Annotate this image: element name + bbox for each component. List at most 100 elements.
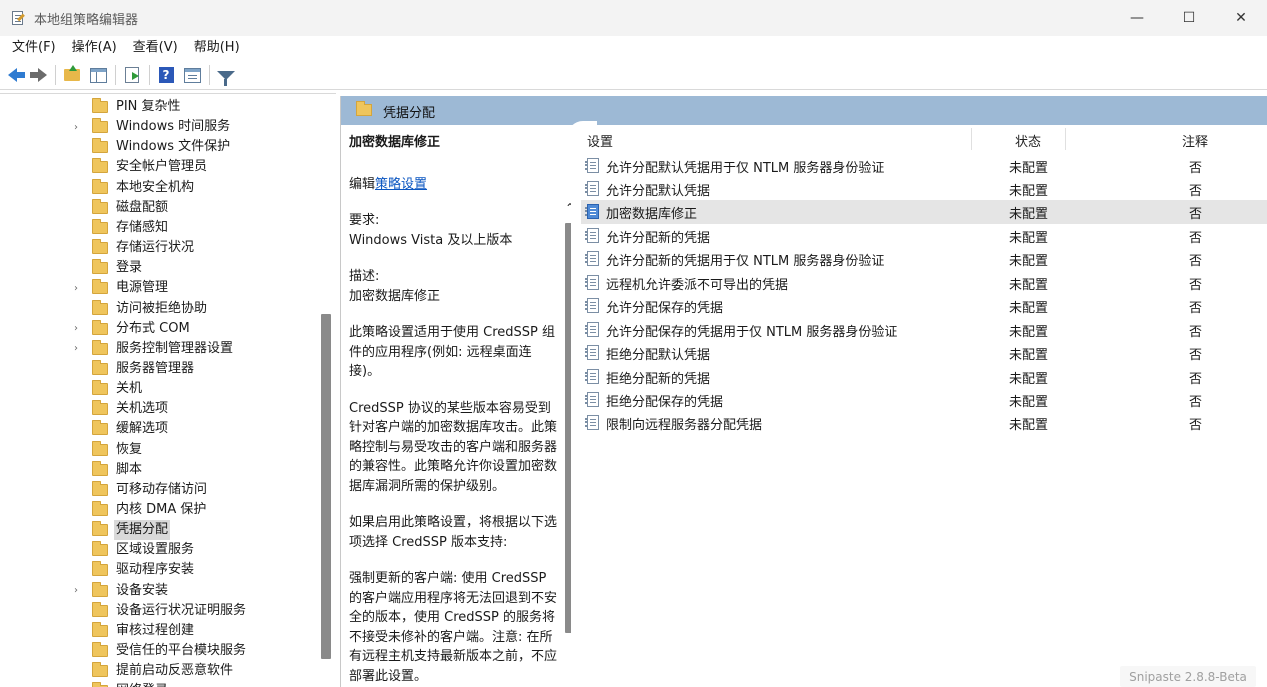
tree-item[interactable]: 提前启动反恶意软件: [0, 661, 316, 681]
setting-row[interactable]: 允许分配默认凭据 未配置 否: [581, 177, 1267, 200]
setting-name: 允许分配默认凭据用于仅 NTLM 服务器身份验证: [606, 160, 885, 176]
column-divider[interactable]: [1065, 128, 1066, 150]
tree-item[interactable]: 服务器管理器: [0, 359, 316, 379]
chevron-right-icon[interactable]: ›: [74, 323, 84, 334]
forward-button[interactable]: [27, 64, 49, 86]
edit-policy-link[interactable]: 策略设置: [375, 177, 427, 192]
setting-comment: 否: [1189, 395, 1203, 410]
tree-item[interactable]: 访问被拒绝协助: [0, 299, 316, 319]
setting-row[interactable]: 拒绝分配新的凭据 未配置 否: [581, 365, 1267, 388]
tree-item[interactable]: 缓解选项: [0, 419, 316, 439]
setting-comment: 否: [1189, 160, 1203, 176]
setting-row[interactable]: 加密数据库修正 未配置 否: [581, 200, 1267, 224]
filter-button[interactable]: [215, 64, 237, 86]
description-paragraph: 此策略设置适用于使用 CredSSP 组件的应用程序(例如: 远程桌面连接)。: [349, 325, 555, 379]
right-pane: 凭据分配 加密数据库修正 编辑策略设置 要求: Windows Vista 及以…: [340, 96, 1267, 687]
setting-state: 未配置: [1009, 160, 1049, 176]
chevron-right-icon[interactable]: ›: [74, 122, 84, 133]
tree-item-label: 关机选项: [116, 401, 169, 417]
category-header: 凭据分配: [341, 96, 1267, 125]
tree-item[interactable]: 网络登录: [0, 681, 316, 687]
tree-item[interactable]: PIN 复杂性: [0, 97, 316, 117]
tree-item[interactable]: 恢复: [0, 440, 316, 460]
folder-icon: [92, 541, 108, 557]
tree-item[interactable]: 存储感知: [0, 218, 316, 238]
chevron-right-icon[interactable]: ›: [74, 283, 84, 294]
folder-icon: [92, 299, 108, 315]
tree-item[interactable]: 审核过程创建: [0, 621, 316, 641]
minimize-button[interactable]: —: [1111, 0, 1163, 36]
tree-item[interactable]: 脚本: [0, 460, 316, 480]
menu-file[interactable]: 文件(F): [4, 36, 64, 60]
tree-item[interactable]: 凭据分配: [0, 520, 316, 541]
chevron-right-icon[interactable]: ›: [74, 585, 84, 596]
description-panel: 加密数据库修正 编辑策略设置 要求: Windows Vista 及以上版本 描…: [341, 125, 571, 687]
menu-view[interactable]: 查看(V): [125, 36, 186, 60]
setting-row[interactable]: 允许分配默认凭据用于仅 NTLM 服务器身份验证 未配置 否: [581, 154, 1267, 177]
help-button[interactable]: ?: [155, 64, 177, 86]
tree-item[interactable]: › 电源管理: [0, 278, 316, 298]
setting-row[interactable]: 允许分配新的凭据用于仅 NTLM 服务器身份验证 未配置 否: [581, 247, 1267, 270]
tree-item-label: 分布式 COM: [116, 320, 190, 336]
toolbar-separator: [115, 65, 116, 85]
tree-item[interactable]: 关机: [0, 379, 316, 399]
description-scroll-thumb[interactable]: [565, 223, 571, 633]
setting-row[interactable]: 拒绝分配保存的凭据 未配置 否: [581, 388, 1267, 411]
up-folder-icon: [64, 65, 80, 81]
setting-row[interactable]: 限制向远程服务器分配凭据 未配置 否: [581, 411, 1267, 434]
tree-item[interactable]: 登录: [0, 258, 316, 278]
setting-row[interactable]: 允许分配保存的凭据 未配置 否: [581, 294, 1267, 317]
setting-row[interactable]: 允许分配新的凭据 未配置 否: [581, 224, 1267, 247]
scroll-up-icon[interactable]: ⌃: [565, 201, 571, 215]
tree-item[interactable]: › 服务控制管理器设置: [0, 339, 316, 359]
policy-setting-icon: [585, 368, 599, 384]
setting-row[interactable]: 允许分配保存的凭据用于仅 NTLM 服务器身份验证 未配置 否: [581, 318, 1267, 341]
show-hide-tree-button[interactable]: [87, 64, 109, 86]
tree-item[interactable]: 受信任的平台模块服务: [0, 641, 316, 661]
column-header-setting[interactable]: 设置: [587, 131, 613, 150]
tree-item[interactable]: 本地安全机构: [0, 178, 316, 198]
menu-help[interactable]: 帮助(H): [186, 36, 248, 60]
toolbar-separator: [209, 65, 210, 85]
tree-item[interactable]: › 分布式 COM: [0, 319, 316, 339]
tree-item-label: 服务控制管理器设置: [116, 340, 234, 356]
tree-item[interactable]: 可移动存储访问: [0, 480, 316, 500]
setting-name: 加密数据库修正: [606, 207, 698, 223]
show-hide-tree-icon: [89, 67, 107, 83]
properties-button[interactable]: [181, 64, 203, 86]
back-button[interactable]: [5, 64, 27, 86]
tree-item[interactable]: › Windows 时间服务: [0, 117, 316, 137]
export-list-icon: [125, 67, 139, 83]
folder-icon: [92, 239, 108, 255]
tree-item[interactable]: 设备运行状况证明服务: [0, 601, 316, 621]
tree-item[interactable]: 安全帐户管理员: [0, 157, 316, 177]
tree-item-label: 驱动程序安装: [116, 562, 195, 578]
tree-item[interactable]: › 设备安装: [0, 581, 316, 601]
export-list-button[interactable]: [121, 64, 143, 86]
chevron-right-icon[interactable]: ›: [74, 343, 84, 354]
policy-setting-icon: [585, 180, 599, 196]
setting-row[interactable]: 远程机允许委派不可导出的凭据 未配置 否: [581, 271, 1267, 294]
tree-item[interactable]: 存储运行状况: [0, 238, 316, 258]
tree-item[interactable]: 内核 DMA 保护: [0, 500, 316, 520]
tree-item[interactable]: Windows 文件保护: [0, 137, 316, 157]
tree-pane[interactable]: PIN 复杂性 › Windows 时间服务 Windows 文件保护 安全帐户管理员本…: [0, 93, 336, 687]
tree-item[interactable]: 磁盘配额: [0, 198, 316, 218]
setting-state: 未配置: [1009, 418, 1049, 434]
column-header-comment[interactable]: 注释: [1182, 131, 1208, 150]
menu-action[interactable]: 操作(A): [64, 36, 125, 60]
column-divider[interactable]: [971, 128, 972, 150]
tree-item[interactable]: 驱动程序安装: [0, 560, 316, 580]
tree-item[interactable]: 区域设置服务: [0, 540, 316, 560]
setting-row[interactable]: 拒绝分配默认凭据 未配置 否: [581, 341, 1267, 364]
tree-scroll-thumb[interactable]: [321, 314, 331, 659]
folder-icon: [92, 359, 108, 375]
close-button[interactable]: ✕: [1215, 0, 1267, 36]
setting-comment: 否: [1189, 230, 1203, 246]
tree-item[interactable]: 关机选项: [0, 399, 316, 419]
tree-item-label: 服务器管理器: [116, 360, 195, 376]
maximize-button[interactable]: ☐: [1163, 0, 1215, 36]
up-one-level-button[interactable]: [61, 64, 83, 86]
policy-setting-icon: [585, 274, 599, 290]
column-header-state[interactable]: 状态: [1015, 131, 1041, 150]
